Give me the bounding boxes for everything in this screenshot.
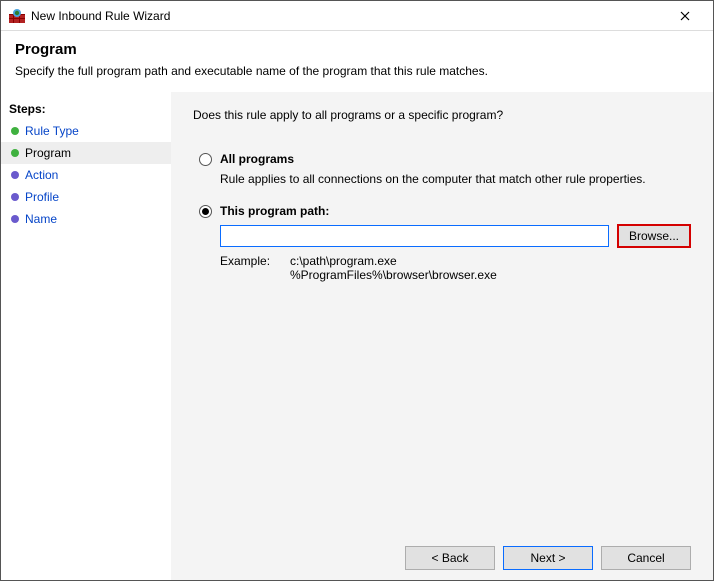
example-label: Example:: [220, 254, 290, 282]
step-label: Profile: [25, 190, 59, 204]
option-path-label: This program path:: [220, 204, 329, 218]
step-label: Action: [25, 168, 58, 182]
step-profile[interactable]: Profile: [1, 186, 171, 208]
steps-header: Steps:: [1, 98, 171, 120]
radio-all-programs[interactable]: [199, 153, 212, 166]
step-bullet-icon: [11, 193, 19, 201]
step-bullet-icon: [11, 171, 19, 179]
step-bullet-icon: [11, 127, 19, 135]
example-row: Example: c:\path\program.exe %ProgramFil…: [220, 254, 691, 282]
main-panel: Does this rule apply to all programs or …: [171, 92, 713, 580]
step-label: Rule Type: [25, 124, 79, 138]
option-all-desc: Rule applies to all connections on the c…: [220, 172, 691, 186]
wizard-header: Program Specify the full program path an…: [1, 31, 713, 92]
page-subtitle: Specify the full program path and execut…: [15, 64, 699, 78]
close-button[interactable]: [665, 2, 705, 30]
step-action[interactable]: Action: [1, 164, 171, 186]
browse-button[interactable]: Browse...: [617, 224, 691, 248]
titlebar: New Inbound Rule Wizard: [1, 1, 713, 31]
firewall-icon: [9, 8, 25, 24]
back-button[interactable]: < Back: [405, 546, 495, 570]
page-title: Program: [15, 41, 699, 58]
step-bullet-icon: [11, 215, 19, 223]
wizard-window: New Inbound Rule Wizard Program Specify …: [0, 0, 714, 581]
example-text: c:\path\program.exe %ProgramFiles%\brows…: [290, 254, 497, 282]
option-all-label: All programs: [220, 152, 294, 166]
step-label: Name: [25, 212, 57, 226]
steps-sidebar: Steps: Rule Type Program Action Profile …: [1, 92, 171, 580]
program-path-input[interactable]: [220, 225, 609, 247]
wizard-body: Steps: Rule Type Program Action Profile …: [1, 92, 713, 580]
step-label: Program: [25, 146, 71, 160]
cancel-button[interactable]: Cancel: [601, 546, 691, 570]
step-program[interactable]: Program: [1, 142, 171, 164]
step-rule-type[interactable]: Rule Type: [1, 120, 171, 142]
step-name[interactable]: Name: [1, 208, 171, 230]
program-path-row: Browse...: [220, 224, 691, 248]
question-text: Does this rule apply to all programs or …: [193, 108, 691, 122]
step-bullet-icon: [11, 149, 19, 157]
option-all-programs[interactable]: All programs: [199, 152, 691, 166]
radio-program-path[interactable]: [199, 205, 212, 218]
window-title: New Inbound Rule Wizard: [31, 9, 665, 23]
options-group: All programs Rule applies to all connect…: [199, 152, 691, 282]
next-button[interactable]: Next >: [503, 546, 593, 570]
option-program-path[interactable]: This program path:: [199, 204, 691, 218]
wizard-footer: < Back Next > Cancel: [193, 536, 691, 570]
